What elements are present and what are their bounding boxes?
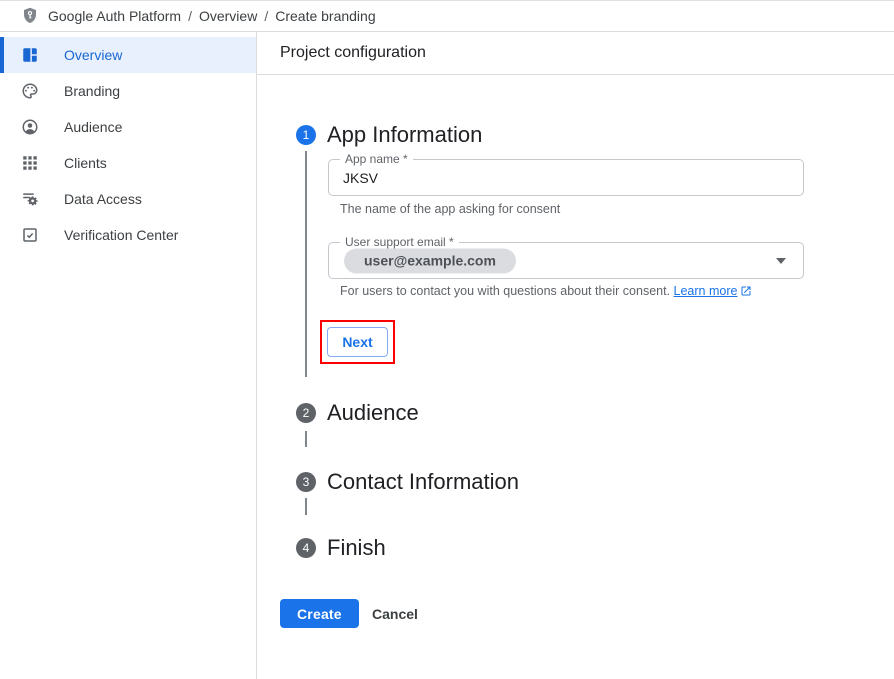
breadcrumb: Google Auth Platform / Overview / Create… bbox=[48, 8, 376, 24]
step-2-indicator: 2 bbox=[296, 403, 316, 423]
support-email-field[interactable]: User support email * user@example.com bbox=[328, 242, 804, 279]
sidebar-item-label: Overview bbox=[64, 47, 122, 63]
support-email-helper-sentence: For users to contact you with questions … bbox=[340, 284, 670, 298]
app-name-field[interactable]: App name * bbox=[328, 159, 804, 196]
step-1-title: App Information bbox=[327, 122, 482, 148]
sidebar-item-overview[interactable]: Overview bbox=[0, 37, 256, 73]
list-gear-icon bbox=[20, 190, 40, 208]
sidebar-item-label: Branding bbox=[64, 83, 120, 99]
external-link-icon bbox=[740, 285, 752, 300]
support-email-helper-text: For users to contact you with questions … bbox=[340, 284, 752, 300]
breadcrumb-separator: / bbox=[188, 8, 192, 24]
main-header: Project configuration bbox=[257, 32, 894, 75]
cancel-button[interactable]: Cancel bbox=[368, 599, 422, 628]
breadcrumb-item-google-auth-platform[interactable]: Google Auth Platform bbox=[48, 8, 181, 24]
app-name-input[interactable] bbox=[329, 160, 803, 195]
page-title: Project configuration bbox=[280, 44, 426, 62]
person-icon bbox=[20, 118, 40, 136]
create-button[interactable]: Create bbox=[280, 599, 359, 628]
stepper-connector bbox=[305, 431, 307, 447]
chevron-down-icon[interactable] bbox=[776, 258, 786, 264]
step-3-indicator: 3 bbox=[296, 472, 316, 492]
auth-platform-shield-key-icon bbox=[21, 7, 39, 25]
sidebar-item-clients[interactable]: Clients bbox=[0, 145, 256, 181]
sidebar-item-label: Data Access bbox=[64, 191, 142, 207]
sidebar-item-branding[interactable]: Branding bbox=[0, 73, 256, 109]
apps-grid-icon bbox=[20, 154, 40, 172]
sidebar-item-data-access[interactable]: Data Access bbox=[0, 181, 256, 217]
learn-more-link[interactable]: Learn more bbox=[674, 284, 753, 298]
app-name-helper-text: The name of the app asking for consent bbox=[340, 202, 560, 216]
sidebar-item-label: Verification Center bbox=[64, 227, 178, 243]
sidebar-item-verification-center[interactable]: Verification Center bbox=[0, 217, 256, 253]
sidebar-item-audience[interactable]: Audience bbox=[0, 109, 256, 145]
breadcrumb-bar: Google Auth Platform / Overview / Create… bbox=[0, 0, 894, 32]
support-email-value-chip[interactable]: user@example.com bbox=[344, 248, 516, 273]
palette-icon bbox=[20, 82, 40, 100]
breadcrumb-item-create-branding: Create branding bbox=[275, 8, 375, 24]
step-4-indicator: 4 bbox=[296, 538, 316, 558]
dashboard-icon bbox=[20, 46, 40, 64]
stepper-connector bbox=[305, 498, 307, 515]
sidebar-item-label: Audience bbox=[64, 119, 122, 135]
step-3-title: Contact Information bbox=[327, 469, 519, 495]
breadcrumb-separator: / bbox=[264, 8, 268, 24]
sidebar-item-label: Clients bbox=[64, 155, 107, 171]
step-4-title: Finish bbox=[327, 535, 386, 561]
sidebar: Overview Branding Audience bbox=[0, 32, 257, 679]
step-1-indicator: 1 bbox=[296, 125, 316, 145]
breadcrumb-item-overview[interactable]: Overview bbox=[199, 8, 257, 24]
next-button[interactable]: Next bbox=[327, 327, 388, 357]
learn-more-label: Learn more bbox=[674, 284, 738, 298]
checkbox-check-icon bbox=[20, 226, 40, 244]
step-2-title: Audience bbox=[327, 400, 419, 426]
stepper-connector bbox=[305, 151, 307, 377]
